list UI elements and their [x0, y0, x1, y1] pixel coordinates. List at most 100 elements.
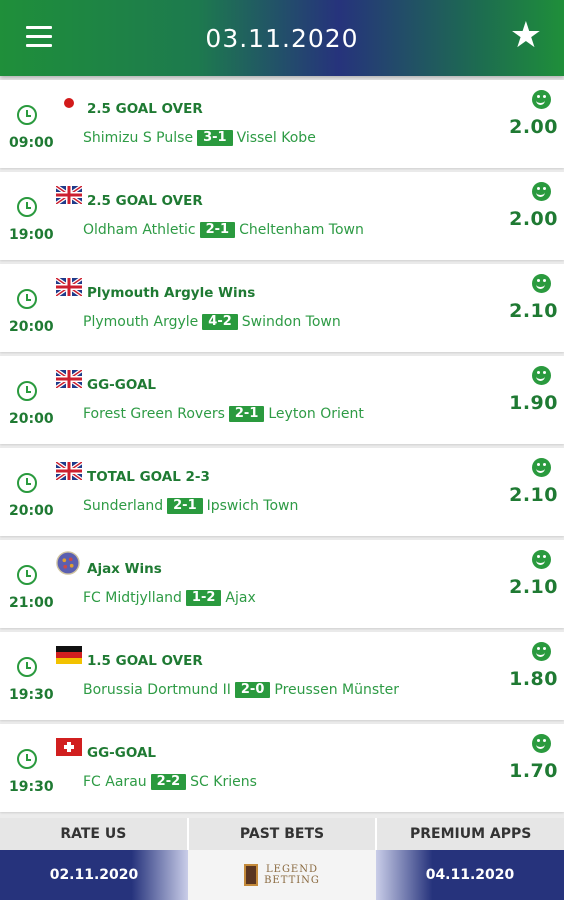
prediction-card[interactable]: 20:00 TOTAL GOAL 2-3 Sunderland 2-1 Ipsw… — [0, 448, 564, 536]
home-team: Sunderland — [83, 498, 164, 514]
match-line: FC Midtjylland 1-2 Ajax — [83, 590, 256, 606]
match-time: 19:30 — [9, 687, 54, 703]
tip-label: TOTAL GOAL 2-3 — [87, 469, 210, 485]
match-line: Plymouth Argyle 4-2 Swindon Town — [83, 314, 341, 330]
germany-flag-icon — [56, 646, 82, 664]
away-team: Vissel Kobe — [236, 130, 316, 146]
away-team: Leyton Orient — [268, 406, 364, 422]
match-time: 20:00 — [9, 411, 54, 427]
home-team: Oldham Athletic — [83, 222, 196, 238]
match-line: Sunderland 2-1 Ipswich Town — [83, 498, 298, 514]
score-badge: 3-1 — [197, 130, 233, 146]
smile-icon — [532, 642, 551, 661]
odds-value: 2.00 — [509, 116, 558, 138]
logo-mark-icon — [244, 864, 259, 886]
odds-value: 2.10 — [509, 576, 558, 598]
next-day-button[interactable]: 04.11.2020 — [376, 850, 564, 900]
match-line: Oldham Athletic 2-1 Cheltenham Town — [83, 222, 364, 238]
bottom-tabs: RATE US PAST BETS PREMIUM APPS — [0, 818, 564, 850]
away-team: Cheltenham Town — [239, 222, 364, 238]
uk-flag-icon — [56, 278, 82, 296]
switzerland-flag-icon — [56, 738, 82, 756]
date-navigation: 02.11.2020 LEGEND BETTING 04.11.2020 — [0, 850, 564, 900]
odds-value: 2.00 — [509, 208, 558, 230]
clock-icon — [17, 197, 37, 217]
prediction-card[interactable]: 19:00 2.5 GOAL OVER Oldham Athletic 2-1 … — [0, 172, 564, 260]
smile-icon — [532, 366, 551, 385]
clock-icon — [17, 749, 37, 769]
clock-icon — [17, 473, 37, 493]
match-line: Shimizu S Pulse 3-1 Vissel Kobe — [83, 130, 316, 146]
tip-label: Ajax Wins — [87, 561, 162, 577]
clock-icon — [17, 565, 37, 585]
home-team: Shimizu S Pulse — [83, 130, 194, 146]
app-logo: LEGEND BETTING — [188, 850, 376, 900]
home-team: Borussia Dortmund II — [83, 682, 231, 698]
smile-icon — [532, 182, 551, 201]
away-team: Ipswich Town — [206, 498, 299, 514]
tab-past-bets[interactable]: PAST BETS — [188, 818, 378, 850]
predictions-list: 09:00 2.5 GOAL OVER Shimizu S Pulse 3-1 … — [0, 80, 564, 816]
prediction-card[interactable]: 21:00 Ajax Wins FC Midtjylland 1-2 Ajax … — [0, 540, 564, 628]
previous-day-button[interactable]: 02.11.2020 — [0, 850, 188, 900]
prediction-card[interactable]: 20:00 Plymouth Argyle Wins Plymouth Argy… — [0, 264, 564, 352]
star-icon[interactable]: ★ — [510, 16, 542, 56]
tip-label: Plymouth Argyle Wins — [87, 285, 256, 301]
tip-label: GG-GOAL — [87, 745, 157, 761]
score-badge: 2-2 — [150, 774, 187, 790]
match-time: 20:00 — [9, 503, 54, 519]
europe-flag-icon — [56, 551, 80, 575]
prediction-card[interactable]: 20:00 GG-GOAL Forest Green Rovers 2-1 Le… — [0, 356, 564, 444]
home-team: FC Midtjylland — [83, 590, 182, 606]
prediction-card[interactable]: 19:30 1.5 GOAL OVER Borussia Dortmund II… — [0, 632, 564, 720]
clock-icon — [17, 105, 37, 125]
tab-rate-us[interactable]: RATE US — [0, 818, 189, 850]
prediction-card[interactable]: 09:00 2.5 GOAL OVER Shimizu S Pulse 3-1 … — [0, 80, 564, 168]
home-team: Plymouth Argyle — [83, 314, 199, 330]
away-team: SC Kriens — [190, 774, 257, 790]
match-time: 21:00 — [9, 595, 54, 611]
score-badge: 2-1 — [228, 406, 265, 422]
score-badge: 4-2 — [202, 314, 238, 330]
match-time: 19:30 — [9, 779, 54, 795]
page-title-date: 03.11.2020 — [205, 23, 359, 53]
uk-flag-icon — [56, 462, 82, 480]
tab-premium-apps[interactable]: PREMIUM APPS — [377, 818, 564, 850]
score-badge: 2-0 — [234, 682, 271, 698]
clock-icon — [17, 289, 37, 309]
home-team: Forest Green Rovers — [83, 406, 225, 422]
match-time: 20:00 — [9, 319, 54, 335]
match-line: FC Aarau 2-2 SC Kriens — [83, 774, 257, 790]
away-team: Ajax — [225, 590, 256, 606]
smile-icon — [532, 458, 551, 477]
match-time: 09:00 — [9, 135, 54, 151]
smile-icon — [532, 734, 551, 753]
logo-text: LEGEND BETTING — [264, 864, 320, 886]
away-team: Preussen Münster — [274, 682, 400, 698]
tip-label: 2.5 GOAL OVER — [87, 193, 203, 209]
odds-value: 1.80 — [509, 668, 558, 690]
match-time: 19:00 — [9, 227, 54, 243]
score-badge: 2-1 — [199, 222, 236, 238]
prediction-card[interactable]: 19:30 GG-GOAL FC Aarau 2-2 SC Kriens 1.7… — [0, 724, 564, 812]
odds-value: 2.10 — [509, 300, 558, 322]
smile-icon — [532, 274, 551, 293]
japan-flag-icon — [64, 98, 74, 108]
odds-value: 2.10 — [509, 484, 558, 506]
clock-icon — [17, 381, 37, 401]
header-bar: 03.11.2020 ★ — [0, 0, 564, 76]
logo-line-2: BETTING — [264, 875, 320, 886]
tip-label: GG-GOAL — [87, 377, 157, 393]
score-badge: 2-1 — [167, 498, 203, 514]
tip-label: 1.5 GOAL OVER — [87, 653, 203, 669]
hamburger-menu-icon[interactable] — [26, 26, 52, 48]
smile-icon — [532, 90, 551, 109]
smile-icon — [532, 550, 551, 569]
home-team: FC Aarau — [83, 774, 147, 790]
uk-flag-icon — [56, 370, 82, 388]
score-badge: 1-2 — [185, 590, 222, 606]
tip-label: 2.5 GOAL OVER — [87, 101, 203, 117]
match-line: Forest Green Rovers 2-1 Leyton Orient — [83, 406, 364, 422]
clock-icon — [17, 657, 37, 677]
odds-value: 1.90 — [509, 392, 558, 414]
